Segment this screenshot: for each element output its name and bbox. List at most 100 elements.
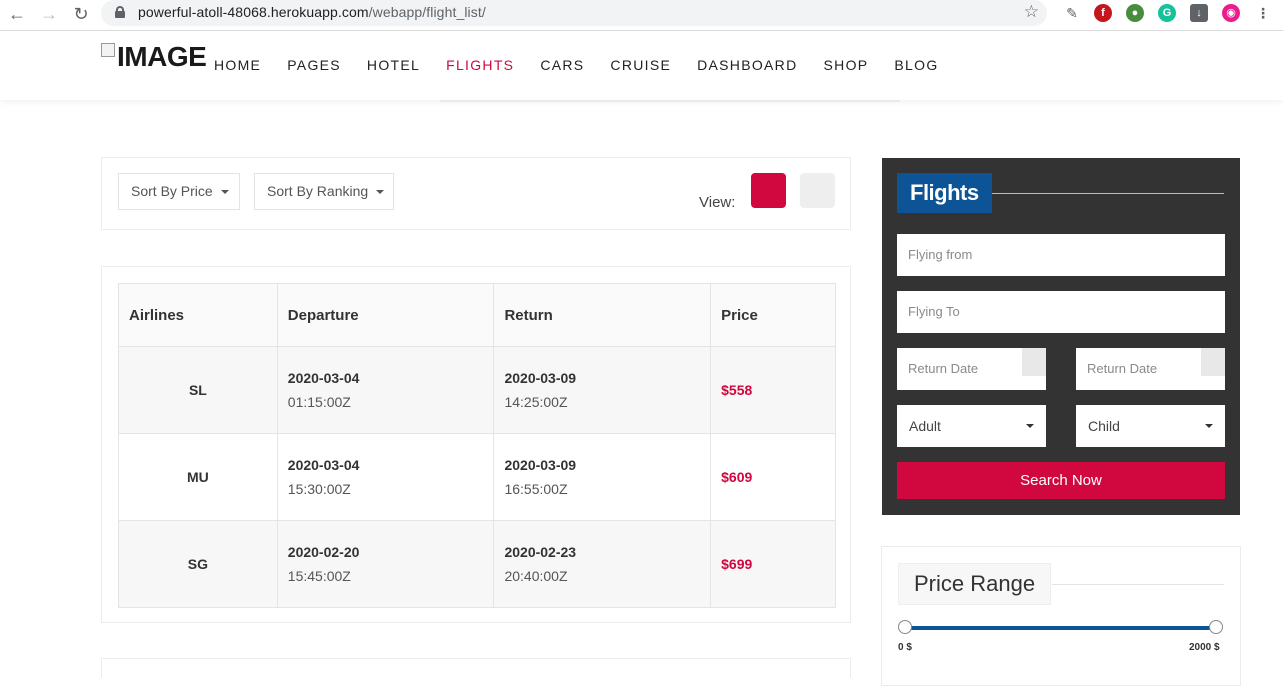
chevron-down-icon: [1205, 424, 1213, 428]
return-date: 2020-03-09: [504, 370, 577, 386]
download-extension-icon[interactable]: ↓: [1190, 4, 1208, 22]
price-value: $699: [721, 556, 753, 572]
menu-item-cruise[interactable]: CRUISE: [610, 57, 671, 73]
red-extension-icon[interactable]: f: [1094, 4, 1112, 22]
flight-list-panel: Airlines Departure Return Price SL 2020-…: [101, 266, 851, 623]
broken-image-icon: [101, 43, 115, 57]
column-header-departure: Departure: [276, 283, 495, 347]
main-menu: HOME PAGES HOTEL FLIGHTS CARS CRUISE DAS…: [214, 57, 965, 73]
url-text[interactable]: powerful-atoll-48068.herokuapp.com/webap…: [138, 4, 486, 20]
reload-icon[interactable]: ↻: [68, 3, 94, 25]
airline-cell: MU: [118, 433, 278, 521]
price-value: $609: [721, 469, 753, 485]
eyedropper-extension-icon[interactable]: ✎: [1063, 4, 1081, 22]
sort-by-ranking-dropdown[interactable]: Sort By Ranking: [254, 173, 394, 210]
site-header: IMAGE HOME PAGES HOTEL FLIGHTS CARS CRUI…: [0, 31, 1283, 100]
return-date-placeholder: Return Date: [908, 361, 979, 376]
flying-from-input[interactable]: Flying from: [897, 234, 1225, 276]
flying-to-input[interactable]: Flying To: [897, 291, 1225, 333]
calendar-toggle-button[interactable]: [1022, 348, 1046, 376]
return-time: 16:55:00Z: [504, 481, 568, 497]
return-time: 20:40:00Z: [504, 568, 568, 584]
price-cell: $699: [710, 520, 836, 608]
departure-cell: 2020-02-20 15:45:00Z: [276, 520, 495, 608]
return-date: 2020-02-23: [504, 544, 577, 560]
search-now-button[interactable]: Search Now: [897, 462, 1225, 499]
departure-cell: 2020-03-04 01:15:00Z: [276, 346, 495, 434]
sort-by-price-dropdown[interactable]: Sort By Price: [118, 173, 240, 210]
menu-item-flights[interactable]: FLIGHTS: [446, 57, 514, 73]
url-path: /webapp/flight_list/: [368, 4, 486, 20]
menu-item-hotel[interactable]: HOTEL: [367, 57, 420, 73]
table-row[interactable]: SL 2020-03-04 01:15:00Z 2020-03-09 14:25:0…: [118, 346, 836, 434]
adult-select[interactable]: Adult: [897, 405, 1046, 447]
next-panel: [101, 658, 851, 678]
price-range-widget: Price Range 0 $ 2000 $: [881, 546, 1241, 686]
back-icon[interactable]: ←: [4, 3, 30, 25]
airline-cell: SL: [118, 346, 278, 434]
grammarly-icon[interactable]: G: [1158, 4, 1176, 22]
table-header-row: Airlines Departure Return Price: [118, 283, 836, 347]
chevron-down-icon: [1026, 424, 1034, 428]
return-date: 2020-03-09: [504, 457, 577, 473]
chevron-down-icon: [220, 190, 229, 195]
pink-extension-icon[interactable]: ◉: [1222, 4, 1240, 22]
departure-date: 2020-03-04: [287, 370, 360, 386]
title-divider: [992, 193, 1224, 194]
title-divider: [1052, 584, 1224, 585]
departure-time: 15:45:00Z: [287, 568, 351, 584]
price-slider-track[interactable]: [906, 626, 1216, 630]
menu-item-cars[interactable]: CARS: [540, 57, 584, 73]
return-date-placeholder: Return Date: [1087, 361, 1158, 376]
list-view-button[interactable]: [751, 173, 786, 208]
return-date-input-1[interactable]: Return Date: [897, 348, 1046, 390]
menu-item-blog[interactable]: BLOG: [894, 57, 938, 73]
sort-by-price-label: Sort By Price: [131, 183, 213, 199]
chevron-down-icon: [376, 190, 385, 195]
forward-icon[interactable]: →: [36, 3, 62, 25]
address-bar[interactable]: powerful-atoll-48068.herokuapp.com/webap…: [101, 0, 1047, 26]
airline-cell: SG: [118, 520, 278, 608]
child-select-value: Child: [1088, 418, 1120, 434]
adult-select-value: Adult: [909, 418, 941, 434]
price-cell: $558: [710, 346, 836, 434]
menu-item-pages[interactable]: PAGES: [287, 57, 341, 73]
globe-extension-icon[interactable]: ●: [1126, 4, 1144, 22]
flight-table: Airlines Departure Return Price SL 2020-…: [118, 283, 836, 608]
menu-dots-icon[interactable]: ⋮: [1254, 4, 1272, 22]
menu-item-shop[interactable]: SHOP: [824, 57, 869, 73]
departure-time: 15:30:00Z: [287, 481, 351, 497]
return-date-input-2[interactable]: Return Date: [1076, 348, 1225, 390]
sort-bar: Sort By Price Sort By Ranking View:: [101, 157, 851, 230]
table-row[interactable]: MU 2020-03-04 15:30:00Z 2020-03-09 16:55:0…: [118, 433, 836, 521]
lock-icon: [115, 6, 125, 18]
departure-cell: 2020-03-04 15:30:00Z: [276, 433, 495, 521]
sort-by-ranking-label: Sort By Ranking: [267, 183, 369, 199]
browser-toolbar: ← → ↻ powerful-atoll-48068.herokuapp.com…: [0, 0, 1283, 31]
price-min-label: 0 $: [898, 642, 912, 653]
flights-search-widget: Flights Flying from Flying To Return Dat…: [882, 158, 1240, 515]
departure-date: 2020-03-04: [287, 457, 360, 473]
table-row[interactable]: SG 2020-02-20 15:45:00Z 2020-02-23 20:40:0…: [118, 520, 836, 608]
widget-title: Flights: [897, 173, 992, 213]
grid-view-button[interactable]: [800, 173, 835, 208]
menu-item-home[interactable]: HOME: [214, 57, 261, 73]
column-header-airlines: Airlines: [118, 283, 278, 347]
child-select[interactable]: Child: [1076, 405, 1225, 447]
calendar-toggle-button[interactable]: [1201, 348, 1225, 376]
menu-item-dashboard[interactable]: DASHBOARD: [697, 57, 797, 73]
price-value: $558: [721, 382, 753, 398]
return-cell: 2020-02-23 20:40:00Z: [493, 520, 712, 608]
price-cell: $609: [710, 433, 836, 521]
price-range-title: Price Range: [898, 563, 1052, 605]
return-cell: 2020-03-09 14:25:00Z: [493, 346, 712, 434]
price-slider-min-handle[interactable]: [898, 620, 912, 634]
departure-date: 2020-02-20: [287, 544, 360, 560]
column-header-price: Price: [710, 283, 836, 347]
price-slider-max-handle[interactable]: [1209, 620, 1223, 634]
header-shadow: [440, 100, 900, 102]
return-time: 14:25:00Z: [504, 394, 568, 410]
url-host: powerful-atoll-48068.herokuapp.com: [138, 4, 369, 20]
bookmark-star-icon[interactable]: ☆: [1024, 2, 1039, 22]
logo[interactable]: IMAGE: [101, 41, 207, 73]
